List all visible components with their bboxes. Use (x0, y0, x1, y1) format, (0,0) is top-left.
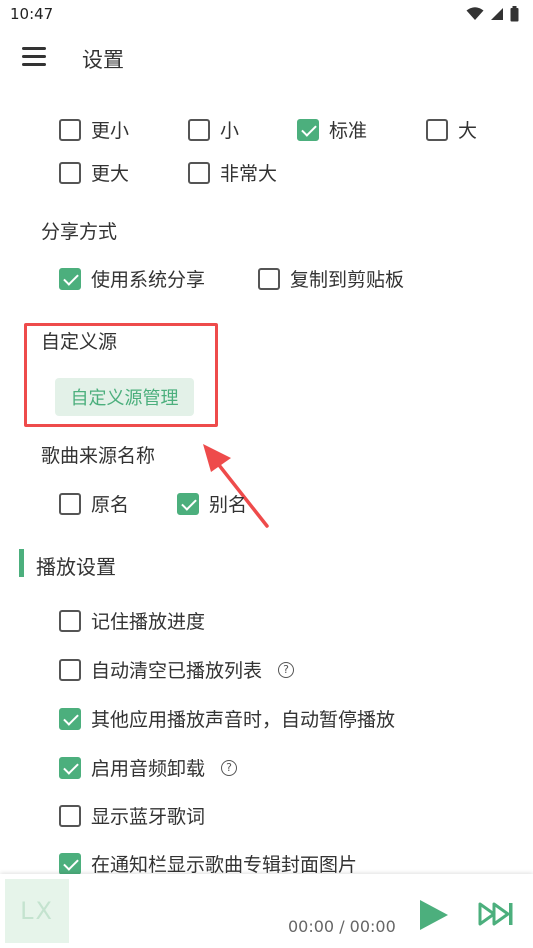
font-size-option[interactable]: 大 (426, 116, 477, 143)
checkbox-label: 标准 (329, 120, 368, 142)
checkbox[interactable] (59, 118, 81, 141)
share-section-title: 分享方式 (41, 221, 118, 243)
playback-option[interactable]: 显示蓝牙歌词 (59, 802, 205, 829)
menu-icon[interactable] (22, 47, 46, 67)
checkbox-checked[interactable] (177, 492, 199, 515)
font-size-row-1: 更小 小 标准 大 (59, 116, 495, 143)
status-bar: 10:47 (0, 0, 533, 30)
checkbox-label: 显示蓝牙歌词 (91, 806, 206, 828)
checkbox-label: 别名 (209, 494, 248, 516)
share-option-system[interactable]: 使用系统分享 (59, 265, 240, 292)
checkbox[interactable] (426, 118, 448, 141)
checkbox-label: 非常大 (220, 163, 278, 185)
status-time: 10:47 (10, 5, 54, 23)
checkbox[interactable] (59, 658, 81, 681)
source-name-section-title: 歌曲来源名称 (41, 445, 156, 467)
playback-option[interactable]: 在通知栏显示歌曲专辑封面图片 (59, 850, 357, 877)
checkbox-label: 更小 (91, 120, 130, 142)
source-name-option-original[interactable]: 原名 (59, 490, 159, 517)
app-bar: 设置 (0, 36, 533, 80)
status-icons (466, 6, 519, 22)
checkbox[interactable] (59, 161, 81, 184)
font-size-option[interactable]: 更小 (59, 116, 170, 143)
font-size-option[interactable]: 非常大 (188, 159, 277, 186)
page-title: 设置 (82, 48, 124, 72)
checkbox[interactable] (59, 804, 81, 827)
checkbox-label: 复制到剪贴板 (290, 269, 405, 291)
checkbox-label: 更大 (91, 163, 130, 185)
font-size-option[interactable]: 标准 (297, 116, 408, 143)
skip-next-icon[interactable] (478, 902, 514, 926)
checkbox-label: 小 (220, 120, 240, 142)
playback-option[interactable]: 其他应用播放声音时，自动暂停播放 (59, 705, 395, 732)
checkbox[interactable] (59, 492, 81, 515)
checkbox-label: 大 (458, 120, 478, 142)
playback-option[interactable]: 记住播放进度 (59, 607, 205, 634)
wifi-icon (466, 7, 484, 20)
share-option-clipboard[interactable]: 复制到剪贴板 (258, 265, 404, 292)
help-icon[interactable]: ? (278, 661, 295, 678)
checkbox[interactable] (258, 267, 280, 290)
album-cover[interactable]: LX (5, 879, 69, 943)
source-name-option-alias[interactable]: 别名 (177, 490, 247, 517)
checkbox-label: 使用系统分享 (91, 269, 206, 291)
checkbox-label: 自动清空已播放列表 (91, 660, 263, 682)
checkbox-label: 启用音频卸载 (91, 758, 206, 780)
player-time: 00:00 / 00:00 (288, 917, 396, 936)
playback-group-title: 播放设置 (36, 555, 116, 579)
source-name-options: 原名 别名 (59, 490, 265, 517)
help-icon[interactable]: ? (221, 759, 238, 776)
checkbox-label: 原名 (91, 494, 130, 516)
checkbox-checked[interactable] (297, 118, 319, 141)
custom-source-title: 自定义源 (41, 331, 118, 353)
checkbox-label: 其他应用播放声音时，自动暂停播放 (91, 709, 396, 731)
custom-source-manage-button[interactable]: 自定义源管理 (55, 378, 194, 416)
checkbox[interactable] (188, 118, 210, 141)
checkbox[interactable] (59, 609, 81, 632)
checkbox-checked[interactable] (59, 852, 81, 875)
share-options: 使用系统分享 复制到剪贴板 (59, 265, 422, 292)
annotation-arrow-icon (203, 444, 269, 528)
signal-icon (491, 8, 503, 20)
font-size-option[interactable]: 小 (188, 116, 279, 143)
font-size-row-2: 更大 非常大 (59, 159, 295, 186)
battery-icon (510, 6, 519, 22)
checkbox[interactable] (188, 161, 210, 184)
checkbox-checked[interactable] (59, 756, 81, 779)
checkbox-label: 在通知栏显示歌曲专辑封面图片 (91, 854, 358, 876)
font-size-option[interactable]: 更大 (59, 159, 170, 186)
playback-option[interactable]: 自动清空已播放列表 ? (59, 656, 295, 683)
playback-option[interactable]: 启用音频卸载 ? (59, 754, 238, 781)
checkbox-checked[interactable] (59, 707, 81, 730)
player-bar: LX 00:00 / 00:00 (0, 874, 533, 948)
checkbox-label: 记住播放进度 (91, 611, 206, 633)
checkbox-checked[interactable] (59, 267, 81, 290)
play-icon[interactable] (415, 898, 451, 932)
group-accent-bar (19, 549, 24, 577)
